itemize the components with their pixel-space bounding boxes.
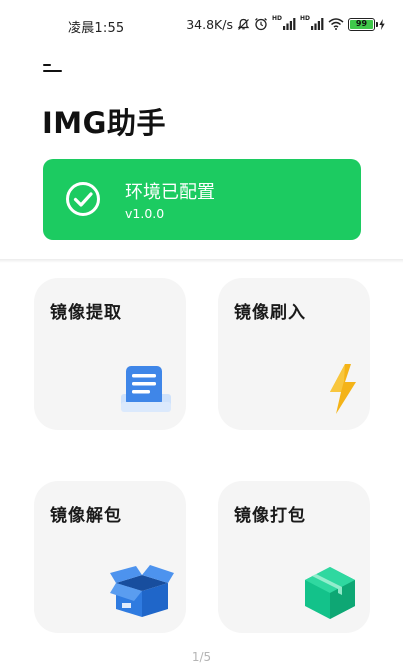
status-bar: 凌晨1:55 34.8K/s HD HD 99 <box>0 0 403 52</box>
check-circle-icon <box>66 182 100 216</box>
battery-level: 99 <box>350 19 373 29</box>
net-speed: 34.8K/s <box>186 16 233 32</box>
hd-label-2: HD <box>299 15 310 22</box>
alarm-icon <box>254 17 268 31</box>
open-box-icon <box>110 565 174 617</box>
wifi-icon <box>328 18 344 30</box>
tile-image-pack[interactable]: 镜像打包 <box>218 481 370 633</box>
charging-icon <box>379 18 385 30</box>
signal-icon-2 <box>311 18 324 30</box>
status-indicators: 34.8K/s HD HD 99 <box>186 14 385 34</box>
tile-label: 镜像解包 <box>50 506 122 526</box>
tile-label: 镜像提取 <box>50 303 122 323</box>
battery-icon: 99 <box>348 17 378 31</box>
notification-muted-icon <box>237 18 250 31</box>
package-icon <box>305 567 355 619</box>
environment-status-title: 环境已配置 <box>125 182 215 203</box>
app-title: IMG助手 <box>42 106 166 140</box>
tile-image-flash[interactable]: 镜像刷入 <box>218 278 370 430</box>
hd-label-1: HD <box>271 15 282 22</box>
section-divider <box>0 259 403 263</box>
tile-label: 镜像打包 <box>234 506 306 526</box>
tile-label: 镜像刷入 <box>234 303 306 323</box>
status-time: 凌晨1:55 <box>68 21 125 36</box>
tile-image-extract[interactable]: 镜像提取 <box>34 278 186 430</box>
tile-image-unpack[interactable]: 镜像解包 <box>34 481 186 633</box>
menu-icon[interactable] <box>43 63 63 73</box>
environment-status-card[interactable]: 环境已配置 v1.0.0 <box>43 159 361 240</box>
extract-tray-icon <box>121 366 171 412</box>
page-indicator: 1/5 <box>191 650 212 664</box>
lightning-icon <box>330 364 356 414</box>
signal-icon-1 <box>282 18 296 30</box>
app-version: v1.0.0 <box>125 206 165 221</box>
